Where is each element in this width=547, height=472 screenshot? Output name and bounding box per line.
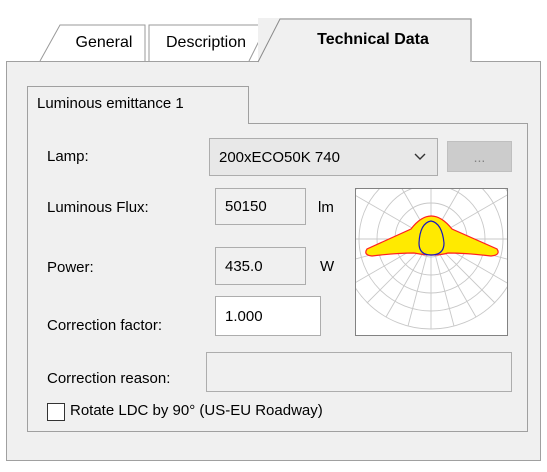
luminous-flux-field: 50150 bbox=[215, 188, 306, 225]
light-distribution-curve-icon bbox=[336, 148, 526, 330]
tab-technical-data[interactable]: Technical Data bbox=[257, 18, 472, 63]
power-unit: W bbox=[320, 258, 335, 275]
correction-factor-value: 1.000 bbox=[225, 307, 263, 325]
luminous-flux-value: 50150 bbox=[225, 198, 267, 215]
correction-factor-input[interactable]: 1.000 bbox=[215, 296, 321, 336]
lamp-select[interactable]: 200xECO50K 740 bbox=[209, 138, 438, 176]
lamp-more-button-label: ... bbox=[473, 148, 486, 165]
tab-luminous-emittance-1-label: Luminous emittance 1 bbox=[37, 95, 184, 112]
power-value: 435.0 bbox=[225, 257, 263, 275]
chevron-down-icon bbox=[414, 153, 426, 160]
luminous-flux-unit: lm bbox=[318, 199, 334, 216]
lamp-more-button[interactable]: ... bbox=[447, 141, 512, 172]
tab-description[interactable]: Description bbox=[148, 24, 269, 62]
luminous-flux-label: Luminous Flux: bbox=[47, 199, 149, 216]
tab-general[interactable]: General bbox=[39, 24, 146, 62]
correction-factor-label: Correction factor: bbox=[47, 317, 163, 334]
rotate-ldc-checkbox[interactable] bbox=[47, 403, 65, 421]
power-label: Power: bbox=[47, 259, 94, 276]
power-field: 435.0 bbox=[215, 247, 306, 285]
tab-technical-data-label: Technical Data bbox=[317, 31, 429, 48]
lamp-label: Lamp: bbox=[47, 148, 89, 165]
tab-general-label: General bbox=[75, 33, 133, 51]
correction-reason-input[interactable] bbox=[206, 352, 512, 392]
tab-description-label: Description bbox=[165, 33, 247, 51]
tab-luminous-emittance-1[interactable]: Luminous emittance 1 bbox=[27, 86, 249, 124]
light-distribution-curve bbox=[336, 148, 526, 336]
lamp-select-value: 200xECO50K 740 bbox=[219, 148, 340, 166]
correction-reason-label: Correction reason: bbox=[47, 370, 171, 387]
rotate-ldc-label[interactable]: Rotate LDC by 90° (US-EU Roadway) bbox=[70, 402, 323, 419]
